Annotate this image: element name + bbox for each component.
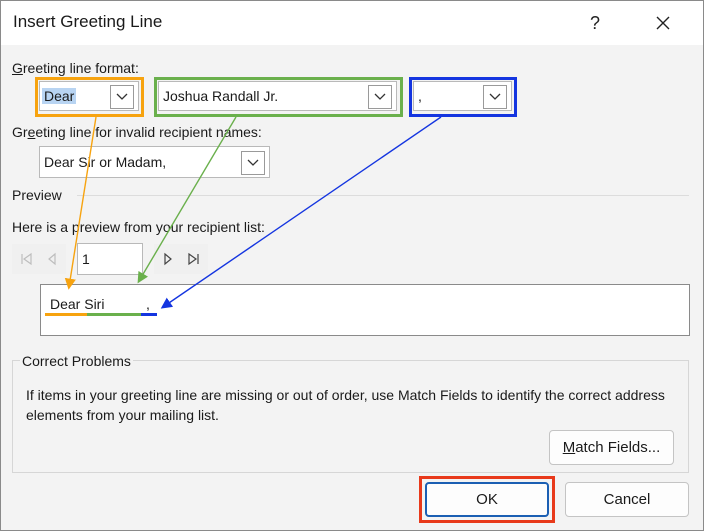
- match-fields-button[interactable]: Match Fields...: [549, 430, 674, 465]
- insert-greeting-line-dialog: Insert Greeting Line ? Greeting line for…: [0, 0, 704, 531]
- correct-problems-header: Correct Problems: [20, 353, 133, 369]
- salutation-arrow: [64, 116, 97, 290]
- correct-problems-text: If items in your greeting line are missi…: [26, 387, 665, 423]
- name-arrow: [137, 116, 237, 284]
- punctuation-arrow: [160, 116, 442, 309]
- cancel-button[interactable]: Cancel: [565, 482, 689, 517]
- ok-highlight: [419, 476, 555, 523]
